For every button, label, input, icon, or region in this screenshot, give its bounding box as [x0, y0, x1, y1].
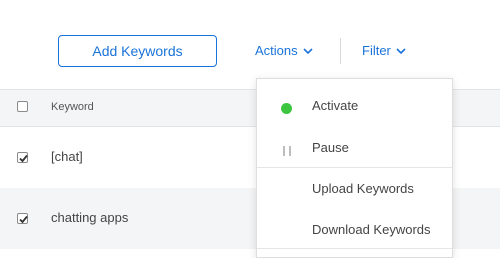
add-keywords-button[interactable]: Add Keywords [58, 35, 217, 67]
row-checkbox[interactable] [17, 152, 28, 163]
filter-label: Filter [362, 43, 391, 58]
pause-icon [283, 146, 292, 156]
chevron-down-icon [396, 48, 406, 55]
filter-dropdown[interactable]: Filter [362, 42, 406, 60]
menu-item-activate[interactable]: Activate [257, 89, 452, 123]
menu-item-label: Upload Keywords [312, 181, 414, 196]
actions-dropdown[interactable]: Actions [255, 42, 313, 60]
menu-item-pause[interactable]: Pause [257, 131, 452, 165]
keyword-cell: chatting apps [51, 210, 129, 225]
menu-item-upload-keywords[interactable]: Upload Keywords [257, 172, 452, 206]
checkmark-icon [19, 215, 28, 224]
green-dot-icon [281, 103, 292, 114]
actions-label: Actions [255, 43, 298, 58]
chevron-down-icon [303, 48, 313, 55]
menu-divider [257, 248, 452, 249]
actions-menu: Activate Pause Upload Keywords Download … [256, 78, 453, 258]
row-checkbox[interactable] [17, 213, 28, 224]
menu-item-label: Download Keywords [312, 222, 431, 237]
checkmark-icon [19, 154, 28, 163]
select-all-checkbox[interactable] [17, 101, 28, 112]
menu-item-label: Activate [312, 98, 359, 113]
menu-divider [257, 167, 452, 168]
menu-item-download-keywords[interactable]: Download Keywords [257, 213, 452, 247]
keyword-cell: [chat] [51, 149, 83, 164]
toolbar-divider [340, 38, 341, 64]
column-header-keyword: Keyword [51, 101, 94, 113]
menu-item-label: Pause [312, 140, 349, 155]
